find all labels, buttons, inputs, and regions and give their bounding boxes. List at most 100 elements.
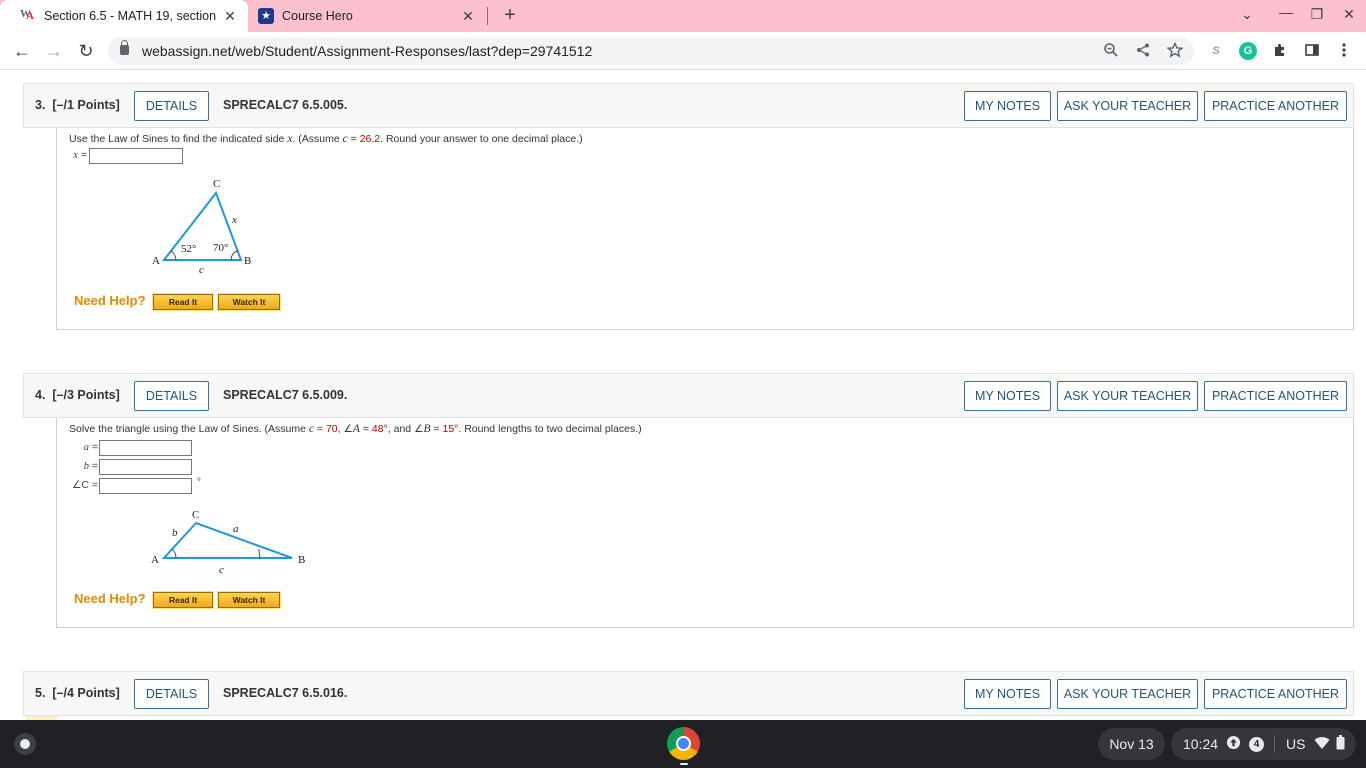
status-divider [1274, 735, 1276, 753]
restore-button[interactable]: ❐ [1307, 6, 1327, 23]
wifi-icon [1314, 736, 1330, 753]
question-code: SPRECALC7 6.5.009. [223, 388, 348, 402]
tab-course-hero[interactable]: ★ Course Hero ✕ [250, 0, 486, 32]
answer-b-label: b = [83, 460, 98, 472]
side-label-c: c [219, 564, 224, 576]
forward-button[interactable]: → [43, 40, 65, 62]
s-extension-icon[interactable]: S [1207, 42, 1225, 60]
upload-icon [1226, 735, 1241, 753]
vertex-label-b: B [298, 554, 305, 566]
grammarly-icon[interactable]: G [1239, 42, 1257, 60]
tab-title: Section 6.5 - MATH 19, section 6 [44, 9, 219, 23]
watch-it-button[interactable]: Watch It [217, 293, 281, 311]
details-button[interactable]: DETAILS [134, 679, 209, 709]
vertex-label-a: A [152, 255, 160, 267]
tab-webassign[interactable]: WA Section 6.5 - MATH 19, section 6 ✕ [0, 0, 248, 32]
question-3-body: Use the Law of Sines to find the indicat… [56, 128, 1354, 330]
angle-label-a: 52° [181, 243, 196, 255]
status-area[interactable]: 10:24 4 US [1171, 728, 1356, 760]
answer-x-input[interactable] [89, 148, 183, 164]
ask-your-teacher-button[interactable]: ASK YOUR TEACHER [1057, 381, 1198, 411]
angle-arc-a [171, 548, 177, 559]
question-3-header: 3. [–/1 Points] DETAILS SPRECALC7 6.5.00… [23, 83, 1354, 128]
answer-a-label: a = [83, 441, 98, 453]
date-text: Nov 13 [1109, 736, 1154, 752]
need-help-label: Need Help? [74, 591, 146, 606]
back-button[interactable]: ← [11, 40, 33, 62]
notification-badge: 4 [1249, 736, 1265, 752]
kebab-menu-icon[interactable] [1335, 42, 1353, 60]
question-code: SPRECALC7 6.5.005. [223, 98, 348, 112]
details-button[interactable]: DETAILS [134, 381, 209, 411]
my-notes-button[interactable]: MY NOTES [964, 381, 1051, 411]
answer-b-input[interactable] [99, 459, 192, 475]
side-label-b: b [172, 527, 178, 539]
reload-button[interactable]: ↻ [75, 40, 97, 62]
angle-arc-a [170, 250, 177, 261]
app-running-indicator [680, 763, 688, 765]
read-it-button[interactable]: Read It [152, 591, 214, 609]
ask-your-teacher-button[interactable]: ASK YOUR TEACHER [1057, 679, 1198, 709]
triangle-shape [161, 190, 243, 261]
answer-c-angle-label: ∠C = [71, 479, 98, 491]
question-number: 5. [–/4 Points] [35, 686, 120, 700]
question-code: SPRECALC7 6.5.016. [223, 686, 348, 700]
time-text: 10:24 [1183, 736, 1219, 752]
vertex-label-c: C [192, 509, 199, 521]
angle-label-b: 70° [213, 242, 228, 254]
date-pill[interactable]: Nov 13 [1098, 728, 1165, 760]
browser-toolbar: ← → ↻ webassign.net/web/Student/Assignme… [0, 32, 1366, 70]
os-shelf: Nov 13 10:24 4 US [0, 720, 1366, 768]
close-window-button[interactable]: ✕ [1339, 6, 1359, 23]
practice-another-button[interactable]: PRACTICE ANOTHER [1204, 381, 1347, 411]
tab-close-icon[interactable]: ✕ [222, 8, 238, 25]
answer-x-label: x = [73, 149, 87, 161]
locale-text: US [1286, 736, 1306, 752]
side-label-x: x [231, 214, 237, 226]
share-icon[interactable] [1134, 42, 1152, 61]
zoom-icon[interactable] [1102, 42, 1120, 61]
tab-close-icon[interactable]: ✕ [460, 8, 476, 25]
practice-another-button[interactable]: PRACTICE ANOTHER [1204, 91, 1347, 121]
question-4-body: Solve the triangle using the Law of Sine… [56, 418, 1354, 628]
need-help-label: Need Help? [74, 293, 146, 308]
ask-your-teacher-button[interactable]: ASK YOUR TEACHER [1057, 91, 1198, 121]
url-text[interactable]: webassign.net/web/Student/Assignment-Res… [142, 43, 592, 59]
side-label-c: c [199, 264, 204, 276]
side-panel-icon[interactable] [1303, 42, 1321, 60]
answer-c-angle-input[interactable] [99, 478, 192, 494]
address-bar[interactable]: webassign.net/web/Student/Assignment-Res… [108, 37, 1194, 65]
degree-unit: ° [197, 477, 201, 488]
angle-arc-b [258, 548, 261, 559]
page-content: 3. [–/1 Points] DETAILS SPRECALC7 6.5.00… [0, 71, 1366, 720]
details-button[interactable]: DETAILS [134, 91, 209, 121]
my-notes-button[interactable]: MY NOTES [964, 91, 1051, 121]
practice-another-button[interactable]: PRACTICE ANOTHER [1204, 679, 1347, 709]
angle-arc-b [230, 250, 238, 261]
watch-it-button[interactable]: Watch It [217, 591, 281, 609]
tab-title: Course Hero [282, 9, 353, 23]
question-number: 4. [–/3 Points] [35, 388, 120, 402]
triangle-shape [161, 521, 293, 559]
lock-icon[interactable] [120, 40, 129, 55]
read-it-button[interactable]: Read It [152, 293, 214, 311]
vertex-label-a: A [151, 554, 159, 566]
launcher-icon[interactable] [14, 733, 36, 755]
minimize-button[interactable]: — [1276, 4, 1296, 20]
tab-divider [487, 7, 488, 25]
answer-a-input[interactable] [99, 440, 192, 456]
tab-search-icon[interactable]: ⌄ [1237, 6, 1257, 23]
new-tab-button[interactable]: + [500, 4, 520, 27]
chrome-app-icon[interactable] [667, 727, 700, 760]
course-hero-favicon-icon: ★ [258, 8, 274, 24]
vertex-label-b: B [244, 255, 251, 267]
side-label-a: a [233, 523, 239, 535]
puzzle-icon[interactable] [1271, 42, 1289, 60]
battery-icon [1336, 735, 1345, 753]
question-4-header: 4. [–/3 Points] DETAILS SPRECALC7 6.5.00… [23, 373, 1354, 418]
bookmark-star-icon[interactable] [1166, 41, 1184, 61]
question-number: 3. [–/1 Points] [35, 98, 120, 112]
vertex-label-c: C [213, 178, 220, 190]
webassign-favicon-icon: WA [20, 8, 34, 22]
my-notes-button[interactable]: MY NOTES [964, 679, 1051, 709]
